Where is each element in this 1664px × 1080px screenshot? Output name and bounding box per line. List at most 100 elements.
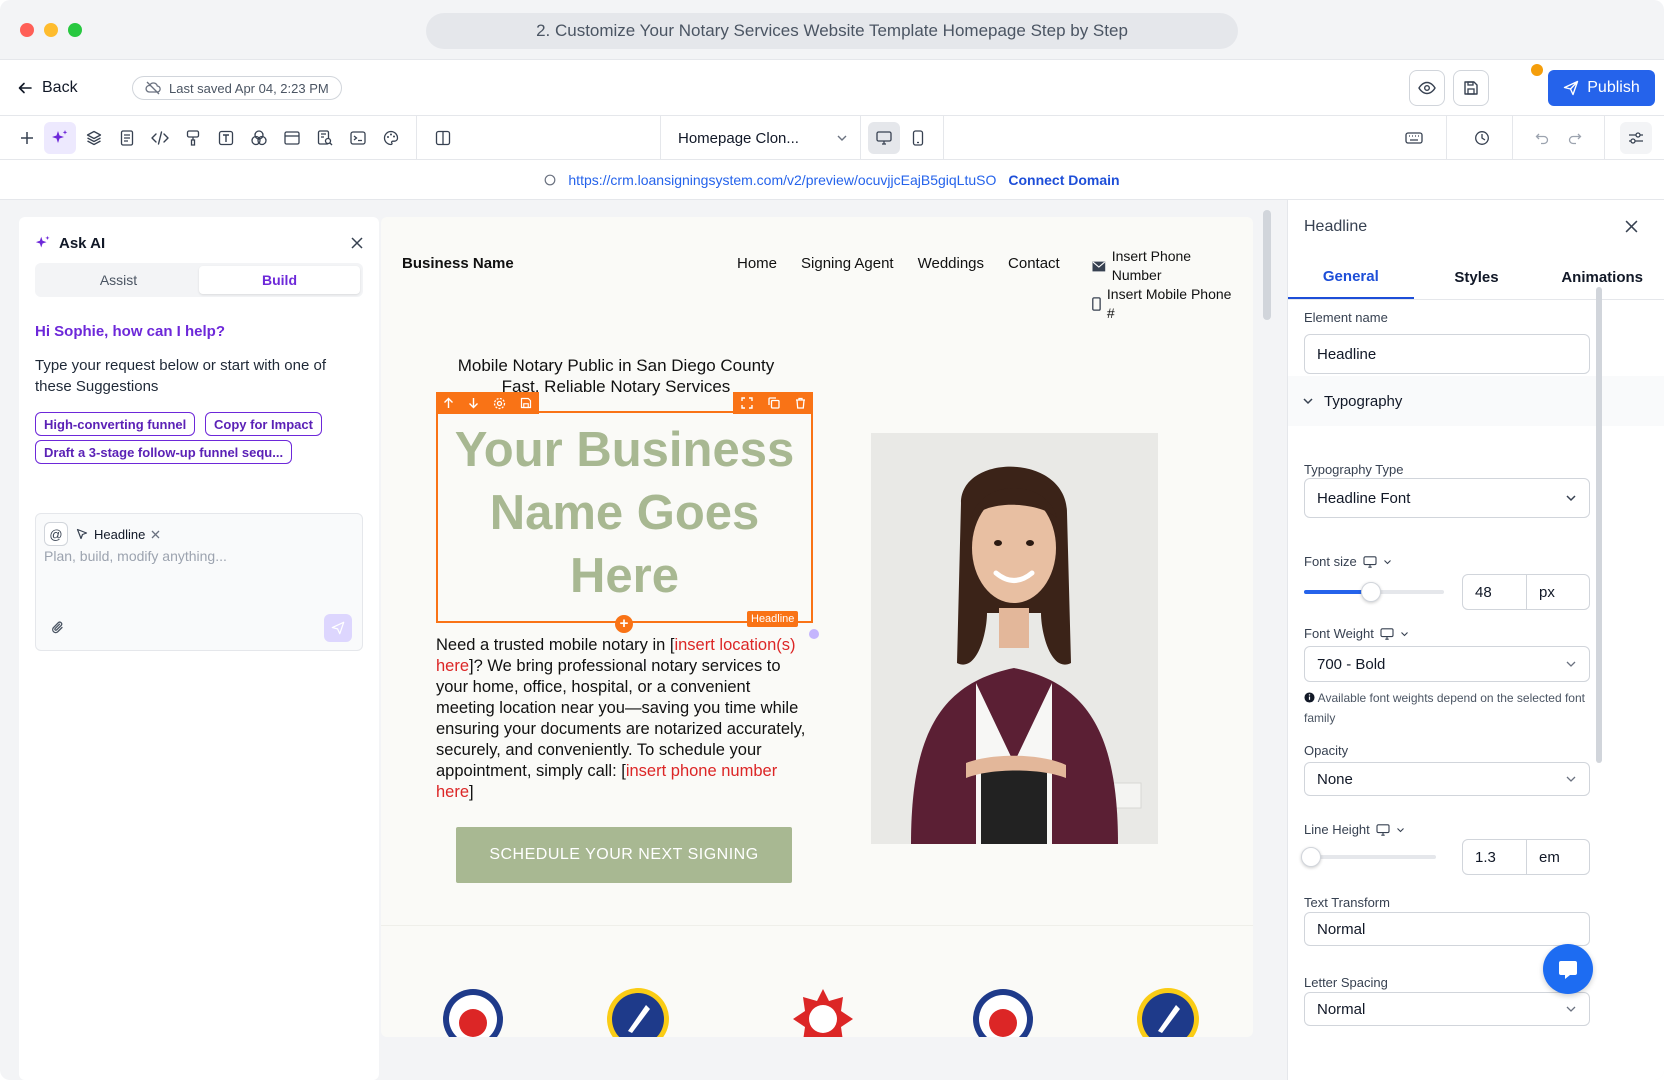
ai-prompt-box[interactable]: @ Headline Plan, build, modify anything.… <box>35 513 363 651</box>
text-tool[interactable] <box>210 122 242 154</box>
add-element-tool[interactable] <box>11 122 43 154</box>
settings-scrollbar[interactable] <box>1596 287 1602 763</box>
minimize-window-button[interactable] <box>44 23 58 37</box>
gear-icon[interactable] <box>493 397 506 410</box>
suggestion-chip[interactable]: Copy for Impact <box>205 412 322 436</box>
font-size-unit[interactable]: px <box>1527 575 1589 609</box>
opacity-label: Opacity <box>1304 743 1349 758</box>
line-height-unit[interactable]: em <box>1527 840 1589 874</box>
preview-url-link[interactable]: https://crm.loansigningsystem.com/v2/pre… <box>568 172 996 188</box>
layout-tool[interactable] <box>276 122 308 154</box>
ai-tool[interactable] <box>44 122 76 154</box>
text-icon <box>218 130 234 146</box>
line-height-slider-thumb[interactable] <box>1300 847 1321 867</box>
letter-spacing-select[interactable]: Normal <box>1304 992 1590 1026</box>
shapes-tool[interactable] <box>243 122 275 154</box>
hero-kicker[interactable]: Mobile Notary Public in San Diego County… <box>436 355 796 397</box>
page-selector[interactable]: Homepage Clon... <box>678 126 848 150</box>
nav-link-contact[interactable]: Contact <box>1008 255 1060 272</box>
save-icon[interactable] <box>520 397 532 409</box>
element-name-label: Element name <box>1304 310 1388 325</box>
close-window-button[interactable] <box>20 23 34 37</box>
opacity-select[interactable]: None <box>1304 762 1590 796</box>
close-icon[interactable] <box>151 530 160 539</box>
page-icon <box>120 130 134 146</box>
site-business-name[interactable]: Business Name <box>402 255 514 272</box>
font-weight-select[interactable]: 700 - Bold <box>1304 646 1590 682</box>
line-height-slider[interactable] <box>1300 847 1436 867</box>
suggestion-chip[interactable]: Draft a 3-stage follow-up funnel sequ... <box>35 440 293 464</box>
suggestion-chip[interactable]: High-converting funnel <box>35 412 196 436</box>
move-down-icon[interactable] <box>468 397 479 409</box>
tab-build[interactable]: Build <box>199 266 360 294</box>
pages-tool[interactable] <box>111 122 143 154</box>
line-height-input[interactable]: 1.3 em <box>1462 839 1590 875</box>
nav-link-signing-agent[interactable]: Signing Agent <box>801 255 894 272</box>
trash-icon[interactable] <box>795 397 806 409</box>
typography-type-select[interactable]: Headline Font <box>1304 478 1590 518</box>
save-button[interactable] <box>1453 70 1489 106</box>
undo-button[interactable] <box>1526 122 1558 154</box>
chevron-down-icon[interactable] <box>1400 631 1409 637</box>
back-button[interactable]: Back <box>18 76 78 100</box>
split-view-tool[interactable] <box>427 122 459 154</box>
duplicate-icon[interactable] <box>767 397 780 409</box>
chevron-down-icon[interactable] <box>1396 827 1405 833</box>
nav-link-home[interactable]: Home <box>737 255 777 272</box>
desktop-icon[interactable] <box>1380 627 1394 640</box>
phone-row[interactable]: Insert Phone Number <box>1092 247 1242 285</box>
font-size-input[interactable]: 48 px <box>1462 574 1590 610</box>
mobile-row[interactable]: Insert Mobile Phone # <box>1092 285 1242 323</box>
keyboard-shortcuts-button[interactable] <box>1398 122 1430 154</box>
font-weight-note-text: Available font weights depend on the sel… <box>1304 691 1585 725</box>
layers-tool[interactable] <box>78 122 110 154</box>
close-ai-panel-button[interactable] <box>351 233 363 254</box>
tab-general[interactable]: General <box>1288 256 1414 299</box>
schedule-signing-button[interactable]: SCHEDULE YOUR NEXT SIGNING <box>456 827 792 883</box>
theme-tool[interactable] <box>375 122 407 154</box>
terminal-tool[interactable] <box>342 122 374 154</box>
history-button[interactable] <box>1466 122 1498 154</box>
page-canvas[interactable]: Business Name Home Signing Agent Wedding… <box>381 217 1253 1037</box>
hero-photo[interactable] <box>871 433 1158 844</box>
desktop-icon[interactable] <box>1376 823 1390 836</box>
shapes-icon <box>251 130 267 146</box>
add-below-button[interactable]: + <box>615 615 633 633</box>
publish-button[interactable]: Publish <box>1548 70 1655 106</box>
font-size-slider-thumb[interactable] <box>1361 582 1382 602</box>
move-up-icon[interactable] <box>443 397 454 409</box>
nav-link-weddings[interactable]: Weddings <box>918 255 984 272</box>
maximize-window-button[interactable] <box>68 23 82 37</box>
line-height-value[interactable]: 1.3 <box>1463 840 1527 874</box>
expand-icon[interactable] <box>740 397 753 409</box>
attach-button[interactable] <box>48 618 68 638</box>
hero-body-text[interactable]: Need a trusted mobile notary in [insert … <box>436 635 806 803</box>
preview-button[interactable] <box>1409 70 1445 106</box>
chevron-down-icon <box>1566 661 1576 667</box>
connect-domain-link[interactable]: Connect Domain <box>1008 172 1119 188</box>
desktop-view-button[interactable] <box>868 122 900 154</box>
chat-support-button[interactable] <box>1543 944 1593 994</box>
settings-panel-button[interactable] <box>1620 122 1652 154</box>
tab-styles[interactable]: Styles <box>1414 256 1540 299</box>
redo-button[interactable] <box>1559 122 1591 154</box>
chevron-down-icon[interactable] <box>1383 559 1392 565</box>
tab-assist[interactable]: Assist <box>38 266 199 294</box>
context-chip[interactable]: Headline <box>76 524 160 544</box>
close-settings-button[interactable] <box>1625 216 1638 239</box>
paint-tool[interactable] <box>177 122 209 154</box>
desktop-icon[interactable] <box>1363 555 1377 568</box>
forms-tool[interactable] <box>309 122 341 154</box>
text-transform-select[interactable]: Normal <box>1304 912 1590 946</box>
mention-button[interactable]: @ <box>44 522 68 546</box>
toolbar-divider <box>1512 116 1513 160</box>
phone-text: Insert Phone Number <box>1111 248 1192 283</box>
send-prompt-button[interactable] <box>324 614 352 642</box>
font-size-slider[interactable] <box>1304 582 1444 602</box>
element-name-input[interactable]: Headline <box>1304 334 1590 374</box>
font-size-value[interactable]: 48 <box>1463 575 1527 609</box>
mobile-view-button[interactable] <box>902 122 934 154</box>
code-tool[interactable] <box>144 122 176 154</box>
typography-section-header[interactable]: Typography <box>1288 376 1664 426</box>
canvas-scrollbar[interactable] <box>1263 210 1271 320</box>
